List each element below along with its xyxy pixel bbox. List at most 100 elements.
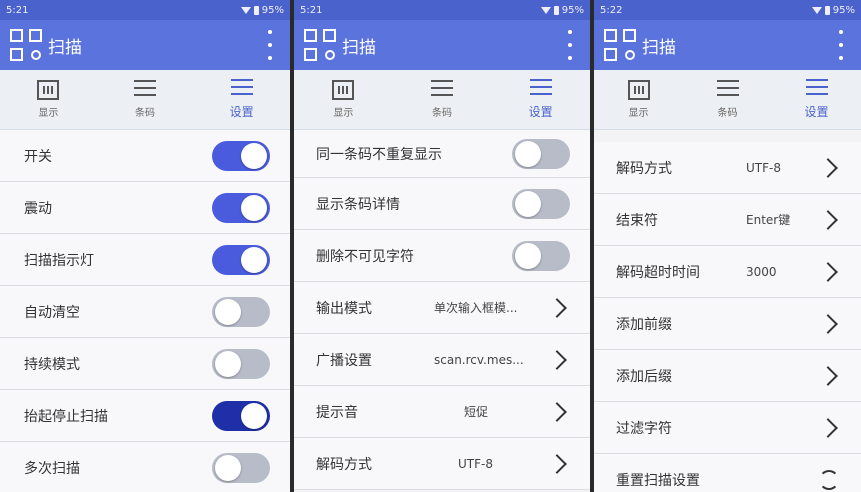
setting-row-release-stop[interactable]: 抬起停止扫描 bbox=[0, 390, 290, 442]
tab-display[interactable]: 显示 bbox=[594, 70, 683, 129]
more-options-icon[interactable] bbox=[268, 30, 272, 60]
setting-row-vibration[interactable]: 震动 bbox=[0, 182, 290, 234]
tab-settings[interactable]: 设置 bbox=[491, 70, 590, 129]
setting-row-multi-scan[interactable]: 多次扫描 bbox=[0, 442, 290, 492]
setting-row-output-mode[interactable]: 输出模式 单次输入框模... bbox=[294, 282, 590, 334]
chevron-right-icon bbox=[547, 401, 567, 422]
setting-row-show-details[interactable]: 显示条码详情 bbox=[294, 178, 590, 230]
app-title: 扫描 bbox=[642, 37, 676, 58]
setting-value: Enter键 bbox=[746, 213, 791, 227]
chevron-right-icon bbox=[547, 453, 567, 474]
setting-row-continuous-mode[interactable]: 持续模式 bbox=[0, 338, 290, 390]
setting-value: 单次输入框模... bbox=[434, 301, 518, 315]
barcode-list-icon bbox=[134, 80, 156, 100]
status-bar: 5:21 95% bbox=[294, 0, 590, 20]
phone-screen-3: 5:22 95% 扫描 显示 条码 设置 解码方式 UTF-8 结束符 Enter键… bbox=[594, 0, 861, 492]
qr-scan-logo-icon bbox=[10, 29, 42, 61]
setting-row-indicator-light[interactable]: 扫描指示灯 bbox=[0, 234, 290, 286]
phone-screen-1: 5:21 95% 扫描 显示 条码 设置 开关 震动 扫描指示灯 自动清空 持续… bbox=[0, 0, 290, 492]
barcode-list-icon bbox=[716, 80, 739, 100]
status-time: 5:21 bbox=[300, 4, 323, 16]
toggle-switch[interactable] bbox=[212, 244, 270, 275]
tab-barcode[interactable]: 条码 bbox=[683, 70, 772, 129]
toggle-switch[interactable] bbox=[212, 140, 270, 171]
battery-icon bbox=[824, 5, 830, 15]
qr-scan-logo-icon bbox=[604, 29, 636, 61]
chevron-right-icon bbox=[818, 417, 838, 438]
refresh-icon[interactable] bbox=[819, 469, 839, 490]
screenshot-collage: 5:21 95% 扫描 显示 条码 设置 开关 震动 扫描指示灯 自动清空 持续… bbox=[0, 0, 861, 492]
barcode-list-icon bbox=[431, 80, 453, 100]
more-options-icon[interactable] bbox=[839, 30, 843, 60]
setting-row-no-duplicate[interactable]: 同一条码不重复显示 bbox=[294, 130, 590, 178]
display-icon bbox=[37, 80, 60, 100]
battery-level: 95% bbox=[561, 4, 584, 16]
app-bar: 扫描 bbox=[294, 20, 590, 70]
setting-row-prompt-sound[interactable]: 提示音 短促 bbox=[294, 386, 590, 438]
chevron-right-icon bbox=[818, 209, 838, 230]
setting-row-reset[interactable]: 重置扫描设置 bbox=[594, 454, 861, 492]
display-icon bbox=[627, 80, 650, 100]
chevron-right-icon bbox=[818, 313, 838, 334]
toggle-switch[interactable] bbox=[212, 348, 270, 379]
settings-sliders-icon bbox=[230, 79, 253, 99]
setting-row-auto-clear[interactable]: 自动清空 bbox=[0, 286, 290, 338]
tab-barcode[interactable]: 条码 bbox=[97, 70, 194, 129]
chevron-right-icon bbox=[547, 349, 567, 370]
qr-scan-logo-icon bbox=[304, 29, 336, 61]
chevron-right-icon bbox=[547, 297, 567, 318]
toggle-switch[interactable] bbox=[212, 192, 270, 223]
settings-sliders-icon bbox=[805, 79, 828, 99]
setting-value: UTF-8 bbox=[458, 456, 493, 471]
more-options-icon[interactable] bbox=[568, 30, 572, 60]
tab-display[interactable]: 显示 bbox=[0, 70, 97, 129]
phone-screen-2: 5:21 95% 扫描 显示 条码 设置 同一条码不重复显示 显示条码详情 删除… bbox=[294, 0, 590, 492]
setting-value: 3000 bbox=[746, 264, 777, 279]
tab-bar: 显示 条码 设置 bbox=[594, 70, 861, 130]
battery-level: 95% bbox=[832, 4, 855, 16]
setting-row-decode-mode[interactable]: 解码方式 UTF-8 bbox=[294, 438, 590, 490]
toggle-switch[interactable] bbox=[212, 400, 270, 431]
battery-level: 95% bbox=[261, 4, 284, 16]
setting-row-decode-mode[interactable]: 解码方式 UTF-8 bbox=[594, 142, 861, 194]
tab-barcode[interactable]: 条码 bbox=[393, 70, 492, 129]
app-title: 扫描 bbox=[48, 37, 82, 58]
battery-icon bbox=[553, 5, 559, 15]
app-title: 扫描 bbox=[342, 37, 376, 58]
tab-bar: 显示 条码 设置 bbox=[0, 70, 290, 130]
status-bar: 5:21 95% bbox=[0, 0, 290, 20]
setting-row-switch[interactable]: 开关 bbox=[0, 130, 290, 182]
setting-row-decode-timeout[interactable]: 解码超时时间 3000 bbox=[594, 246, 861, 298]
tab-settings[interactable]: 设置 bbox=[772, 70, 861, 129]
chevron-right-icon bbox=[818, 157, 838, 178]
wifi-icon bbox=[240, 6, 251, 14]
tab-display[interactable]: 显示 bbox=[294, 70, 393, 129]
tab-bar: 显示 条码 设置 bbox=[294, 70, 590, 130]
setting-row-filter-chars[interactable]: 过滤字符 bbox=[594, 402, 861, 454]
display-icon bbox=[332, 80, 355, 100]
setting-row-add-suffix[interactable]: 添加后缀 bbox=[594, 350, 861, 402]
status-bar: 5:22 95% bbox=[594, 0, 861, 20]
setting-row-broadcast[interactable]: 广播设置 scan.rcv.mes... bbox=[294, 334, 590, 386]
toggle-switch[interactable] bbox=[512, 188, 570, 219]
setting-value: 短促 bbox=[464, 405, 489, 419]
status-time: 5:21 bbox=[6, 4, 29, 16]
wifi-icon bbox=[811, 6, 822, 14]
app-bar: 扫描 bbox=[0, 20, 290, 70]
setting-row-terminator[interactable]: 结束符 Enter键 bbox=[594, 194, 861, 246]
setting-value: scan.rcv.mes... bbox=[434, 352, 524, 367]
toggle-switch[interactable] bbox=[212, 296, 270, 327]
chevron-right-icon bbox=[818, 365, 838, 386]
wifi-icon bbox=[540, 6, 551, 14]
chevron-right-icon bbox=[818, 261, 838, 282]
toggle-switch[interactable] bbox=[212, 452, 270, 483]
status-time: 5:22 bbox=[600, 4, 623, 16]
setting-row-remove-invisible[interactable]: 删除不可见字符 bbox=[294, 230, 590, 282]
app-bar: 扫描 bbox=[594, 20, 861, 70]
setting-value: UTF-8 bbox=[746, 160, 781, 175]
settings-sliders-icon bbox=[529, 79, 552, 99]
setting-row-add-prefix[interactable]: 添加前缀 bbox=[594, 298, 861, 350]
toggle-switch[interactable] bbox=[512, 240, 570, 271]
toggle-switch[interactable] bbox=[512, 138, 570, 169]
tab-settings[interactable]: 设置 bbox=[193, 70, 290, 129]
